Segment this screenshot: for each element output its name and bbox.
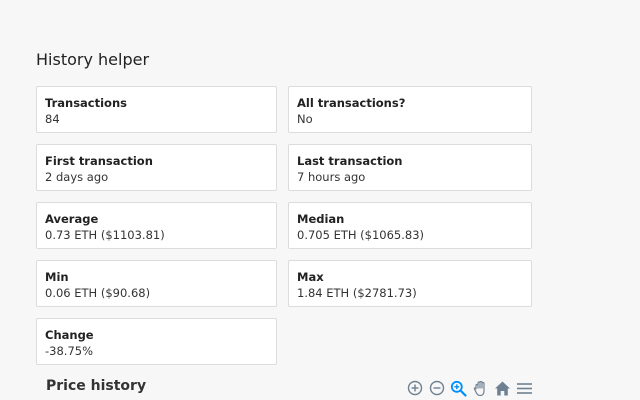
stat-value: No — [297, 112, 313, 126]
chart-title: Price history — [46, 378, 147, 394]
zoom-out-icon[interactable] — [427, 379, 446, 398]
selection-zoom-icon[interactable] — [449, 379, 468, 398]
stat-label: Change — [45, 328, 94, 342]
pan-icon[interactable] — [471, 379, 490, 398]
reset-home-icon[interactable] — [493, 379, 512, 398]
stat-value: 0.06 ETH ($90.68) — [45, 286, 151, 300]
stat-value: 0.73 ETH ($1103.81) — [45, 228, 165, 242]
stat-label: Median — [297, 212, 345, 226]
stat-label: Last transaction — [297, 154, 403, 168]
stat-label: Max — [297, 270, 324, 284]
stat-value: 2 days ago — [45, 170, 109, 184]
chart-toolbar — [405, 378, 534, 398]
stat-value: -38.75% — [45, 344, 93, 358]
stat-card-min: Min 0.06 ETH ($90.68) — [36, 260, 277, 307]
stat-card-median: Median 0.705 ETH ($1065.83) — [288, 202, 532, 249]
stat-value: 0.705 ETH ($1065.83) — [297, 228, 425, 242]
stat-card-last-transaction: Last transaction 7 hours ago — [288, 144, 532, 191]
page-title: History helper — [36, 50, 150, 69]
stat-label: All transactions? — [297, 96, 406, 110]
stat-value: 1.84 ETH ($2781.73) — [297, 286, 417, 300]
stat-label: Average — [45, 212, 99, 226]
menu-icon[interactable] — [515, 379, 534, 398]
stat-card-average: Average 0.73 ETH ($1103.81) — [36, 202, 277, 249]
stat-label: Min — [45, 270, 69, 284]
history-helper-page: History helper Transactions 84 All trans… — [0, 0, 640, 400]
stat-card-first-transaction: First transaction 2 days ago — [36, 144, 277, 191]
stat-label: First transaction — [45, 154, 153, 168]
stat-card-change: Change -38.75% — [36, 318, 277, 365]
stat-value: 7 hours ago — [297, 170, 366, 184]
stat-card-transactions: Transactions 84 — [36, 86, 277, 133]
stat-label: Transactions — [45, 96, 127, 110]
stat-value: 84 — [45, 112, 60, 126]
zoom-in-icon[interactable] — [405, 379, 424, 398]
stat-card-max: Max 1.84 ETH ($2781.73) — [288, 260, 532, 307]
stat-card-all-transactions: All transactions? No — [288, 86, 532, 133]
